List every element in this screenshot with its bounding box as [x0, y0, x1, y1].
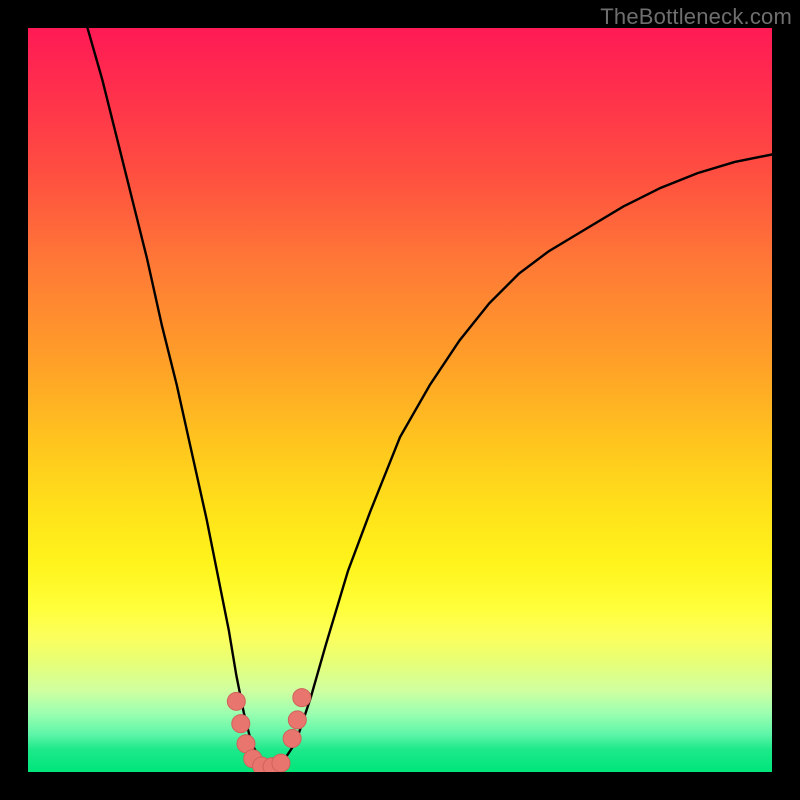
watermark-text: TheBottleneck.com — [600, 4, 792, 30]
bottleneck-curve — [88, 28, 772, 768]
plot-area — [28, 28, 772, 772]
curve-marker — [272, 754, 290, 772]
curve-marker — [293, 689, 311, 707]
chart-frame: TheBottleneck.com — [0, 0, 800, 800]
curve-marker — [232, 715, 250, 733]
chart-svg — [28, 28, 772, 772]
curve-layer — [88, 28, 772, 768]
curve-marker — [288, 711, 306, 729]
marker-layer — [227, 689, 310, 772]
curve-marker — [227, 692, 245, 710]
curve-marker — [283, 730, 301, 748]
